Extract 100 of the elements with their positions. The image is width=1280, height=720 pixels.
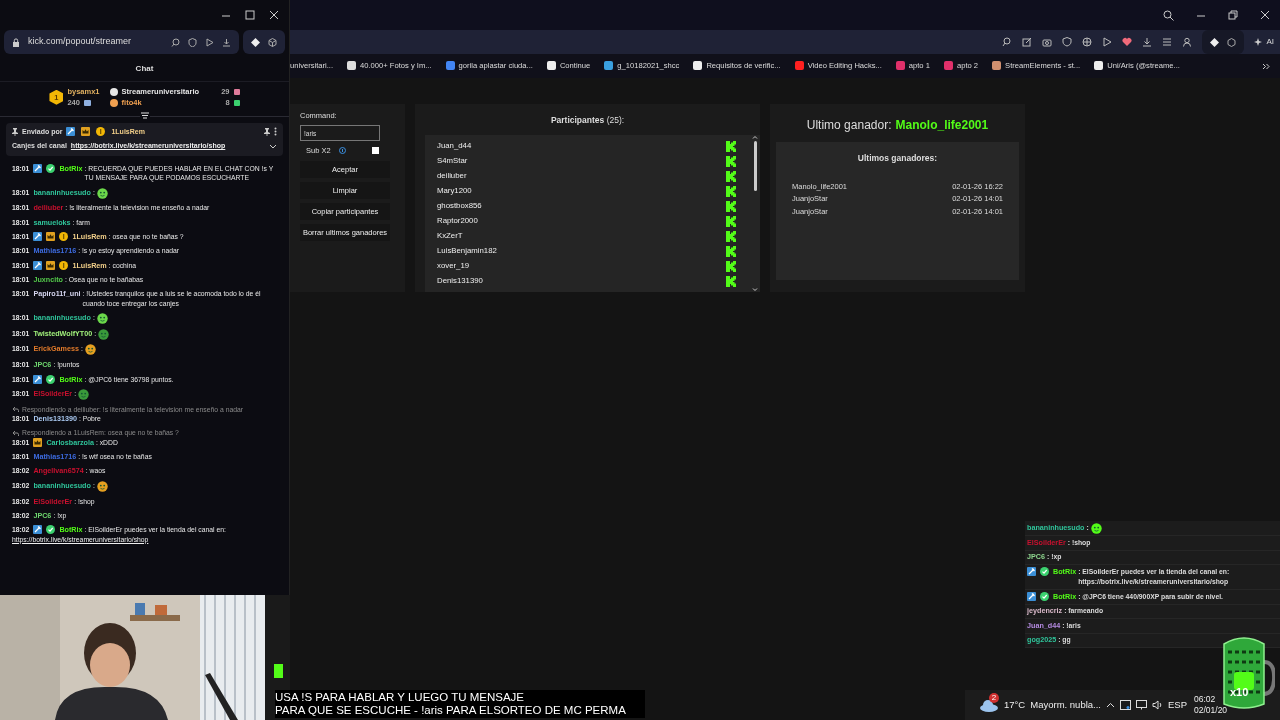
search-icon[interactable] [1163,9,1174,21]
crown-badge-icon [46,232,56,241]
maximize-icon[interactable] [245,10,255,20]
k-logo-icon [726,215,736,227]
k-logo-icon [726,200,736,212]
check-badge-icon [1040,566,1049,576]
indicator-square [274,664,283,678]
restore-icon[interactable] [1228,10,1238,20]
winners-title: Ultimos ganadores: [856,152,939,165]
cup-label: x10 [1230,685,1249,700]
last-winner-label: Ultimo ganador: [806,117,892,134]
clock-time[interactable]: 06:02 [1194,694,1216,705]
lock-icon [12,37,20,47]
emote-icon [96,312,108,324]
favicon-icon [895,61,905,71]
pin-icon[interactable] [264,127,270,136]
favicon-icon [347,61,357,71]
more-icon[interactable] [274,127,277,137]
speaker-icon[interactable] [1152,700,1163,710]
search-icon[interactable] [171,37,180,47]
pin-icon [12,127,18,136]
k-logo-icon [726,170,736,182]
participants-title: Participantes (25): [549,114,626,127]
hammer-badge-icon [1027,566,1036,576]
globe-icon[interactable] [1082,37,1093,47]
download-icon[interactable] [1142,37,1153,47]
collapse-icon[interactable] [139,111,150,120]
check-badge-icon [46,525,56,535]
favicon-icon [693,61,703,71]
diamond-icon[interactable] [251,37,260,47]
crown-badge-icon [81,127,91,137]
alert-badge: 2 [989,692,999,703]
hammer-badge-icon [33,260,43,270]
check-badge-icon [46,163,56,173]
k-logo-icon [726,275,736,287]
emote-icon [96,480,108,492]
network-icon[interactable] [1136,700,1147,710]
cloud-icon[interactable] [979,698,999,713]
scrollbar-thumb[interactable] [753,140,757,191]
reply-arrow-icon [12,430,19,437]
k-logo-icon [726,245,736,257]
close-icon[interactable] [269,10,279,20]
k-logo-icon [726,260,736,272]
hammer-badge-icon [1027,591,1036,601]
k-logo-icon [726,155,736,167]
favicon-icon [794,61,804,71]
clock-date[interactable]: 02/01/20 [1194,705,1228,716]
k-logo-icon [726,230,736,242]
play-icon[interactable] [1102,37,1113,47]
address-bar[interactable]: kick.com/popout/streamer [4,30,239,54]
close-icon[interactable] [1260,10,1270,20]
check-badge-icon [1040,591,1049,601]
favicon-icon [445,61,455,71]
zoom-icon[interactable] [1002,37,1013,47]
download-icon[interactable] [222,37,231,47]
favicon-icon [604,61,614,71]
emote-icon [84,344,96,356]
check-badge-icon [46,374,56,384]
emote-icon [96,187,108,199]
favicon-icon [1094,61,1104,71]
shield-icon[interactable] [188,37,197,47]
hammer-badge-icon [66,127,76,137]
weather-text: Mayorm. nubla... [1030,697,1101,712]
scroll-down-icon[interactable] [752,288,758,292]
language-indicator[interactable]: ESP [1168,697,1187,713]
favicon-icon [943,61,953,71]
diamond-icon[interactable] [1210,37,1220,47]
scroll-up-icon[interactable] [752,134,758,139]
edit-icon[interactable] [1022,37,1033,47]
sub-checkbox[interactable] [371,147,379,155]
gift-icon [83,99,91,106]
chevron-up-icon[interactable] [1106,702,1115,708]
hammer-badge-icon [33,232,43,241]
chevron-down-icon[interactable] [269,143,277,149]
menu-icon[interactable] [1162,37,1173,47]
more-bookmarks-icon[interactable] [1262,62,1270,70]
reply-arrow-icon [12,406,19,413]
tray-app-icon[interactable] [1120,700,1131,710]
hammer-badge-icon [33,374,43,384]
cube-icon[interactable] [1227,37,1237,47]
hammer-badge-icon [33,525,43,535]
heart-icon[interactable] [1122,37,1133,47]
ai-button[interactable]: AI [1254,36,1274,48]
crown-badge-icon [46,260,56,270]
shield-icon[interactable] [1062,37,1073,47]
hammer-badge-icon [33,163,43,173]
coin-badge-icon [59,232,69,241]
url-text: kick.com/popout/streamer [28,35,133,49]
camera-icon[interactable] [1042,37,1053,47]
k-logo-icon [726,185,736,197]
emote-icon [98,328,110,340]
emote-icon [78,388,90,400]
temperature: 17°C [1004,697,1026,712]
crown-badge-icon [33,437,43,447]
info-icon [338,147,346,155]
cube-icon[interactable] [268,37,277,47]
chat-header: Chat [0,54,289,82]
play-icon[interactable] [205,37,214,47]
profile-icon[interactable] [1182,37,1193,47]
last-winner-name: Manolo_life2001 [895,117,989,134]
